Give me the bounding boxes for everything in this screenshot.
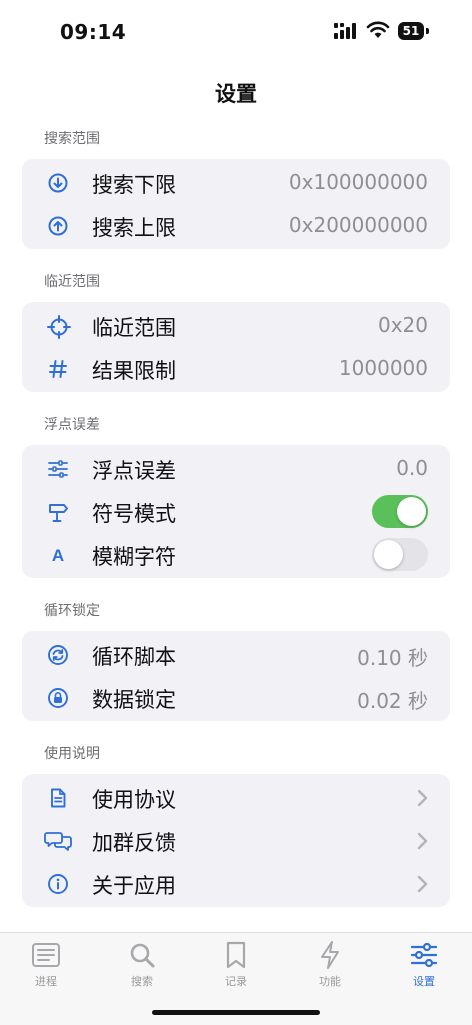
settings-row[interactable]: 符号模式 <box>22 490 450 533</box>
toggle-switch[interactable] <box>372 495 428 528</box>
settings-row[interactable]: 结果限制 1000000 <box>22 347 450 390</box>
tab-item[interactable]: 设置 <box>394 939 454 989</box>
settings-group: 临近范围 0x20 结果限制 1000000 <box>22 302 450 392</box>
settings-row[interactable]: 使用协议 <box>22 776 450 819</box>
battery-indicator: 51 <box>398 22 424 40</box>
crosshair-icon <box>47 315 71 339</box>
settings-group: 搜索下限 0x100000000 搜索上限 0x200000000 <box>22 159 450 249</box>
status-bar: 09:14 51 <box>0 0 472 60</box>
tab-item[interactable]: 记录 <box>206 939 266 989</box>
arrow-up-circle-icon <box>47 215 69 237</box>
row-value[interactable]: 0.02 秒 <box>357 685 428 714</box>
signpost-icon <box>47 501 69 523</box>
search-icon <box>112 939 172 971</box>
row-value[interactable]: 0.0 <box>396 456 428 480</box>
settings-row[interactable]: A 模糊字符 <box>22 533 450 576</box>
row-label: 搜索下限 <box>92 173 176 197</box>
toggle-switch[interactable] <box>372 538 428 571</box>
row-label: 关于应用 <box>92 874 176 898</box>
info-circle-icon <box>47 873 69 895</box>
toggle-knob <box>374 540 403 569</box>
row-value[interactable]: 0.10 秒 <box>357 642 428 671</box>
section-header: 临近范围 <box>44 274 100 290</box>
document-icon <box>47 787 69 809</box>
chevron-right-icon <box>416 789 428 811</box>
bookmark-icon <box>206 939 266 971</box>
row-label: 搜索上限 <box>92 216 176 240</box>
tab-item[interactable]: 搜索 <box>112 939 172 989</box>
row-value[interactable]: 0x20 <box>378 313 428 337</box>
row-label: 临近范围 <box>92 316 176 340</box>
lock-circle-icon <box>47 687 69 709</box>
row-label: 模糊字符 <box>92 545 176 569</box>
settings-row[interactable]: 循环脚本 0.10 秒 <box>22 633 450 676</box>
settings-row[interactable]: 搜索下限 0x100000000 <box>22 161 450 204</box>
tab-item[interactable]: 进程 <box>16 939 76 989</box>
section-header: 使用说明 <box>44 746 100 762</box>
settings-row[interactable]: 临近范围 0x20 <box>22 304 450 347</box>
tab-label: 功能 <box>319 975 341 988</box>
arrow-down-circle-icon <box>47 172 69 194</box>
page-title: 设置 <box>215 82 257 106</box>
section-header: 循环锁定 <box>44 603 100 619</box>
row-label: 符号模式 <box>92 502 176 526</box>
settings-group: 循环脚本 0.10 秒数据锁定 0.02 秒 <box>22 631 450 721</box>
row-label: 加群反馈 <box>92 831 176 855</box>
wifi-icon <box>366 21 390 43</box>
bolt-icon <box>300 939 360 971</box>
chat-bubbles-icon <box>44 830 72 852</box>
row-value[interactable]: 0x200000000 <box>289 213 428 237</box>
row-value[interactable]: 1000000 <box>339 356 428 380</box>
letter-a-icon: A <box>47 544 69 566</box>
settings-row[interactable]: 加群反馈 <box>22 819 450 862</box>
settings-row[interactable]: 数据锁定 0.02 秒 <box>22 676 450 719</box>
refresh-circle-icon <box>47 644 69 666</box>
sliders-icon <box>47 458 69 480</box>
chevron-right-icon <box>416 832 428 854</box>
tab-item[interactable]: 功能 <box>300 939 360 989</box>
cellular-signal-icon <box>334 23 358 43</box>
home-indicator[interactable] <box>152 1010 320 1015</box>
toggle-knob <box>397 497 426 526</box>
settings-sliders-icon <box>394 939 454 971</box>
row-label: 使用协议 <box>92 788 176 812</box>
list-icon <box>16 939 76 971</box>
row-label: 结果限制 <box>92 359 176 383</box>
settings-row[interactable]: 关于应用 <box>22 862 450 905</box>
battery-cap <box>426 28 429 34</box>
tab-label: 记录 <box>225 975 247 988</box>
section-header: 浮点误差 <box>44 417 100 433</box>
row-label: 浮点误差 <box>92 459 176 483</box>
tab-label: 设置 <box>413 975 435 988</box>
settings-group: 使用协议加群反馈关于应用 <box>22 774 450 907</box>
section-header: 搜索范围 <box>44 131 100 147</box>
settings-row[interactable]: 搜索上限 0x200000000 <box>22 204 450 247</box>
status-time: 09:14 <box>60 20 127 44</box>
row-label: 循环脚本 <box>92 645 176 669</box>
number-sign-icon <box>47 358 69 380</box>
tab-label: 搜索 <box>131 975 153 988</box>
tab-label: 进程 <box>35 975 57 988</box>
settings-group: 浮点误差 0.0 符号模式 A 模糊字符 <box>22 445 450 578</box>
row-value[interactable]: 0x100000000 <box>289 170 428 194</box>
chevron-right-icon <box>416 875 428 897</box>
svg-text:A: A <box>52 546 64 565</box>
row-label: 数据锁定 <box>92 688 176 712</box>
settings-row[interactable]: 浮点误差 0.0 <box>22 447 450 490</box>
